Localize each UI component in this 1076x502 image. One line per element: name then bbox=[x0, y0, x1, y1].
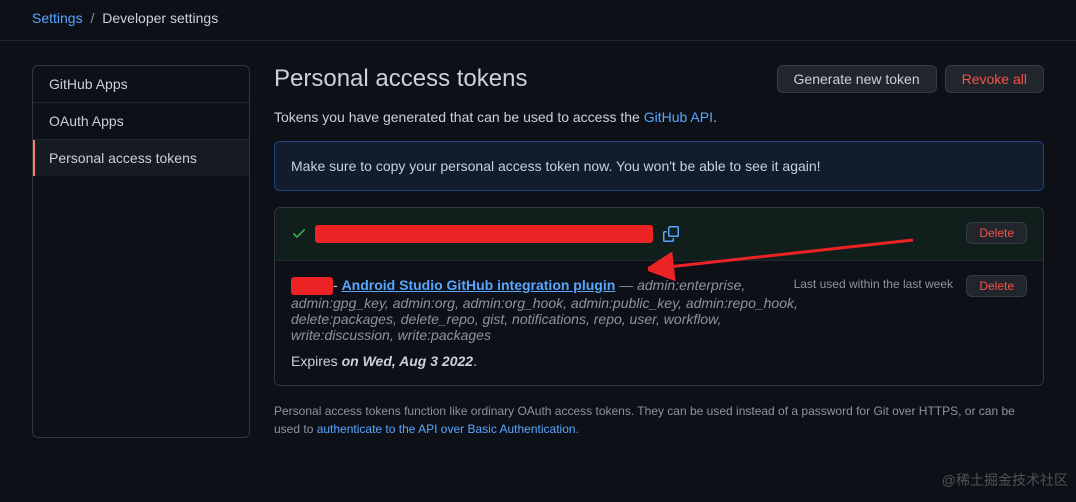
token-expires: Expires on Wed, Aug 3 2022. bbox=[291, 353, 1027, 369]
sidebar-item-label: GitHub Apps bbox=[49, 76, 128, 92]
sidebar-item-label: OAuth Apps bbox=[49, 113, 124, 129]
watermark: @稀土掘金技术社区 bbox=[942, 470, 1068, 490]
token-name-redacted bbox=[291, 277, 333, 295]
copy-token-button[interactable] bbox=[661, 224, 681, 244]
breadcrumb-separator: / bbox=[90, 10, 94, 26]
breadcrumb: Settings / Developer settings bbox=[0, 0, 1076, 41]
basic-auth-link[interactable]: authenticate to the API over Basic Authe… bbox=[317, 422, 576, 436]
generate-new-token-button[interactable]: Generate new token bbox=[777, 65, 937, 93]
sidebar-item-personal-access-tokens[interactable]: Personal access tokens bbox=[33, 140, 249, 176]
sidebar-nav: GitHub Apps OAuth Apps Personal access t… bbox=[32, 65, 250, 438]
token-value-redacted bbox=[315, 225, 653, 243]
token-name-link[interactable]: Android Studio GitHub integration plugin bbox=[342, 277, 616, 293]
intro-text: Tokens you have generated that can be us… bbox=[274, 109, 1044, 125]
revoke-all-button[interactable]: Revoke all bbox=[945, 65, 1044, 93]
delete-token-button[interactable]: Delete bbox=[966, 275, 1027, 297]
sidebar-item-label: Personal access tokens bbox=[49, 150, 197, 166]
delete-token-button[interactable]: Delete bbox=[966, 222, 1027, 244]
github-api-link[interactable]: GitHub API bbox=[644, 109, 713, 125]
page-title: Personal access tokens bbox=[274, 65, 527, 93]
token-list: Delete - Android Studio GitHub integrati… bbox=[274, 207, 1044, 386]
breadcrumb-current: Developer settings bbox=[102, 10, 218, 26]
footer-note: Personal access tokens function like ord… bbox=[274, 402, 1044, 438]
main-content: Personal access tokens Generate new toke… bbox=[274, 65, 1044, 438]
copy-warning-flash: Make sure to copy your personal access t… bbox=[274, 141, 1044, 191]
check-icon bbox=[291, 225, 307, 244]
breadcrumb-settings-link[interactable]: Settings bbox=[32, 10, 83, 26]
sidebar-item-github-apps[interactable]: GitHub Apps bbox=[33, 66, 249, 103]
token-row: - Android Studio GitHub integration plug… bbox=[275, 261, 1043, 385]
sidebar-item-oauth-apps[interactable]: OAuth Apps bbox=[33, 103, 249, 140]
token-row-new: Delete bbox=[275, 208, 1043, 261]
token-last-used: Last used within the last week bbox=[794, 277, 953, 291]
